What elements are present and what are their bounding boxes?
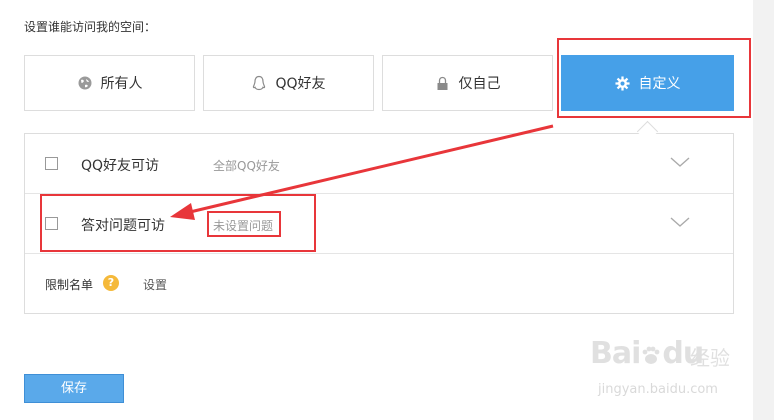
option-only-me-label: 仅自己 <box>458 76 501 92</box>
watermark-jingyan: 经验 <box>690 346 730 370</box>
option-only-me[interactable]: 仅自己 <box>382 55 553 111</box>
limit-list-label: 限制名单 <box>45 278 94 292</box>
answer-question-access-description: 未设置问题 <box>213 219 274 233</box>
qzone-access-settings-page: 设置谁能访问我的空间： 所有人 QQ好友 仅自己 自定义 QQ好友可访 全部QQ… <box>0 0 774 420</box>
answer-question-access-label: 答对问题可访 <box>81 218 165 234</box>
watermark-brand: Bai du <box>590 336 704 371</box>
person-icon <box>251 75 267 91</box>
lock-icon <box>435 75 451 91</box>
baidu-jingyan-watermark: Bai du 经验 jingyan.baidu.com <box>590 330 750 410</box>
answer-question-access-row: 答对问题可访 未设置问题 <box>25 194 733 254</box>
qq-friends-access-description: 全部QQ好友 <box>213 159 280 173</box>
watermark-url: jingyan.baidu.com <box>598 382 718 397</box>
qq-friends-access-checkbox[interactable] <box>45 157 58 170</box>
option-custom[interactable]: 自定义 <box>561 55 734 111</box>
answer-question-access-checkbox[interactable] <box>45 217 58 230</box>
chevron-down-icon[interactable] <box>669 215 691 229</box>
globe-icon <box>77 75 93 91</box>
limit-list-settings-link[interactable]: 设置 <box>143 276 167 293</box>
paw-icon <box>643 346 660 364</box>
option-custom-label: 自定义 <box>638 76 681 92</box>
right-gutter <box>753 0 774 420</box>
save-button[interactable]: 保存 <box>24 374 124 403</box>
option-everyone[interactable]: 所有人 <box>24 55 195 111</box>
gear-icon <box>615 75 631 91</box>
help-icon[interactable]: ? <box>103 275 119 291</box>
qq-friends-access-row: QQ好友可访 全部QQ好友 <box>25 134 733 194</box>
option-qq-friends-label: QQ好友 <box>275 76 326 92</box>
custom-settings-panel: QQ好友可访 全部QQ好友 答对问题可访 未设置问题 限制名单 ? 设置 <box>24 133 734 314</box>
page-title: 设置谁能访问我的空间： <box>24 20 157 34</box>
limit-list-row: 限制名单 ? 设置 <box>25 254 733 313</box>
chevron-down-icon[interactable] <box>669 155 691 169</box>
qq-friends-access-label: QQ好友可访 <box>81 158 160 174</box>
option-qq-friends[interactable]: QQ好友 <box>203 55 374 111</box>
option-everyone-label: 所有人 <box>100 76 143 92</box>
